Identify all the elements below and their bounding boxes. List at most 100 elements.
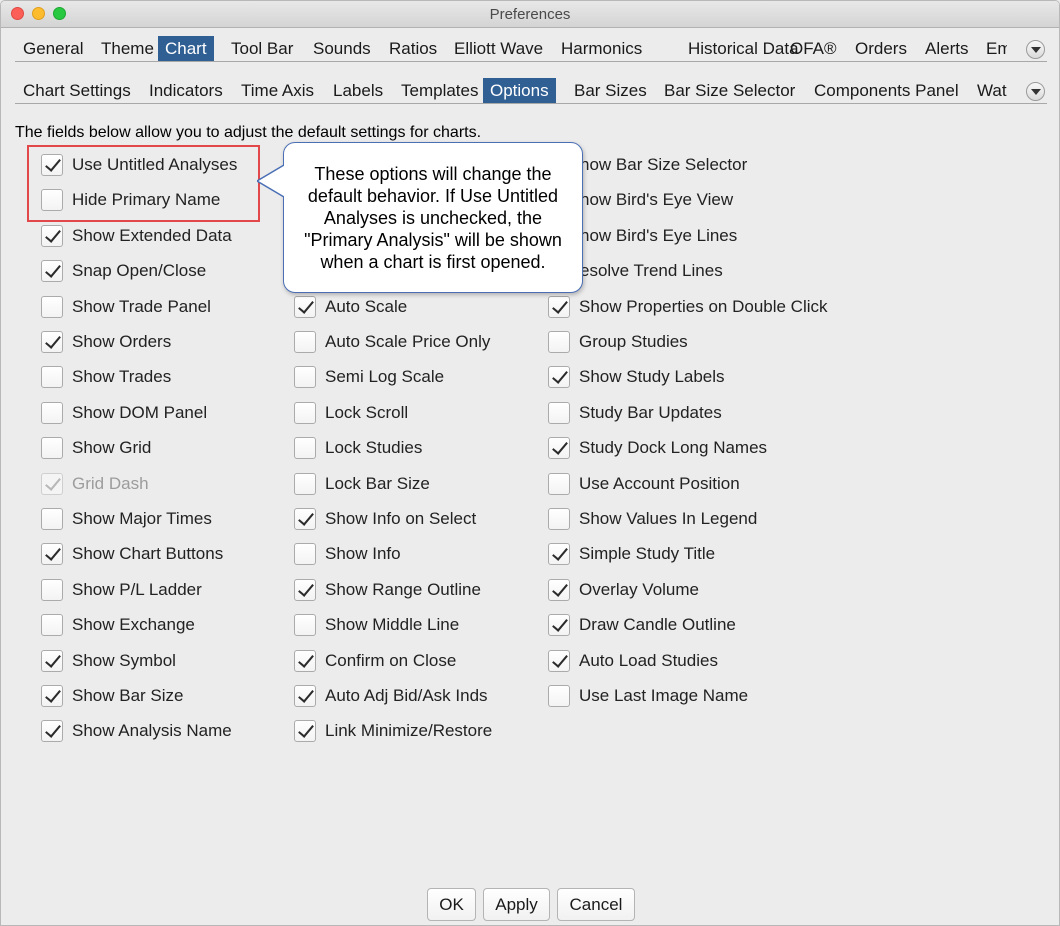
option-show-major-times[interactable]: Show Major Times [41, 506, 212, 532]
tab-ratios[interactable]: Ratios [389, 36, 437, 61]
checkbox[interactable] [41, 508, 63, 530]
subtab-templates[interactable]: Templates [401, 78, 478, 103]
checkbox[interactable] [294, 331, 316, 353]
checkbox[interactable] [41, 720, 63, 742]
checkbox[interactable] [294, 508, 316, 530]
tab-tool-bar[interactable]: Tool Bar [231, 36, 293, 61]
tab-ofa[interactable]: OFA® [790, 36, 837, 61]
option-show-p-l-ladder[interactable]: Show P/L Ladder [41, 577, 202, 603]
option-show-orders[interactable]: Show Orders [41, 329, 171, 355]
option-lock-scroll[interactable]: Lock Scroll [294, 400, 408, 426]
checkbox[interactable] [548, 402, 570, 424]
option-study-bar-updates[interactable]: Study Bar Updates [548, 400, 722, 426]
option-show-info-on-select[interactable]: Show Info on Select [294, 506, 476, 532]
option-link-minimize-restore[interactable]: Link Minimize/Restore [294, 718, 492, 744]
subtab-overflow-chevron-icon[interactable] [1026, 82, 1045, 101]
option-show-exchange[interactable]: Show Exchange [41, 612, 195, 638]
checkbox[interactable] [41, 225, 63, 247]
option-auto-load-studies[interactable]: Auto Load Studies [548, 648, 718, 674]
checkbox[interactable] [548, 543, 570, 565]
checkbox[interactable] [548, 685, 570, 707]
option-auto-adj-bid-ask-inds[interactable]: Auto Adj Bid/Ask Inds [294, 683, 488, 709]
subtab-labels[interactable]: Labels [333, 78, 383, 103]
option-study-dock-long-names[interactable]: Study Dock Long Names [548, 435, 767, 461]
checkbox[interactable] [548, 331, 570, 353]
option-draw-candle-outline[interactable]: Draw Candle Outline [548, 612, 736, 638]
option-label-partial[interactable]: how Bar Size Selector [580, 155, 747, 175]
checkbox[interactable] [548, 650, 570, 672]
tab-theme[interactable]: Theme [101, 36, 154, 61]
checkbox[interactable] [41, 543, 63, 565]
checkbox[interactable] [294, 685, 316, 707]
option-show-bar-size[interactable]: Show Bar Size [41, 683, 184, 709]
title-bar[interactable]: Preferences [1, 1, 1059, 28]
option-show-dom-panel[interactable]: Show DOM Panel [41, 400, 207, 426]
option-show-study-labels[interactable]: Show Study Labels [548, 364, 725, 390]
option-show-range-outline[interactable]: Show Range Outline [294, 577, 481, 603]
option-overlay-volume[interactable]: Overlay Volume [548, 577, 699, 603]
option-snap-open-close[interactable]: Snap Open/Close [41, 258, 206, 284]
checkbox[interactable] [41, 366, 63, 388]
checkbox[interactable] [548, 366, 570, 388]
option-confirm-on-close[interactable]: Confirm on Close [294, 648, 456, 674]
checkbox[interactable] [294, 720, 316, 742]
checkbox[interactable] [294, 650, 316, 672]
option-label-partial[interactable]: esolve Trend Lines [580, 261, 723, 281]
option-label-partial[interactable]: how Bird's Eye Lines [580, 226, 737, 246]
option-show-values-in-legend[interactable]: Show Values In Legend [548, 506, 757, 532]
checkbox[interactable] [41, 296, 63, 318]
option-show-properties-on-double-click[interactable]: Show Properties on Double Click [548, 294, 828, 320]
subtab-options[interactable]: Options [483, 78, 556, 103]
option-simple-study-title[interactable]: Simple Study Title [548, 541, 715, 567]
checkbox[interactable] [294, 614, 316, 636]
option-show-analysis-name[interactable]: Show Analysis Name [41, 718, 232, 744]
checkbox[interactable] [548, 508, 570, 530]
cancel-button[interactable]: Cancel [557, 888, 635, 921]
option-semi-log-scale[interactable]: Semi Log Scale [294, 364, 444, 390]
checkbox[interactable] [294, 296, 316, 318]
tab-harmonics[interactable]: Harmonics [561, 36, 642, 61]
checkbox[interactable] [41, 402, 63, 424]
option-use-last-image-name[interactable]: Use Last Image Name [548, 683, 748, 709]
checkbox[interactable] [548, 296, 570, 318]
option-auto-scale-price-only[interactable]: Auto Scale Price Only [294, 329, 490, 355]
checkbox[interactable] [41, 579, 63, 601]
option-lock-studies[interactable]: Lock Studies [294, 435, 422, 461]
subtab-indicators[interactable]: Indicators [149, 78, 223, 103]
ok-button[interactable]: OK [427, 888, 476, 921]
tab-general[interactable]: General [23, 36, 83, 61]
tab-historical-data[interactable]: Historical Data [688, 36, 799, 61]
tab-orders[interactable]: Orders [855, 36, 907, 61]
option-label-partial[interactable]: how Bird's Eye View [580, 190, 733, 210]
option-show-middle-line[interactable]: Show Middle Line [294, 612, 459, 638]
option-show-chart-buttons[interactable]: Show Chart Buttons [41, 541, 223, 567]
option-use-account-position[interactable]: Use Account Position [548, 471, 740, 497]
option-show-trades[interactable]: Show Trades [41, 364, 171, 390]
tab-overflow-chevron-icon[interactable] [1026, 40, 1045, 59]
checkbox[interactable] [41, 437, 63, 459]
subtab-bar-size-selector[interactable]: Bar Size Selector [664, 78, 795, 103]
checkbox[interactable] [41, 614, 63, 636]
checkbox[interactable] [41, 685, 63, 707]
checkbox[interactable] [548, 437, 570, 459]
subtab-bar-sizes[interactable]: Bar Sizes [574, 78, 647, 103]
checkbox[interactable] [548, 614, 570, 636]
option-show-grid[interactable]: Show Grid [41, 435, 151, 461]
option-auto-scale[interactable]: Auto Scale [294, 294, 407, 320]
tab-elliott-wave[interactable]: Elliott Wave [454, 36, 543, 61]
subtab-time-axis[interactable]: Time Axis [241, 78, 314, 103]
checkbox[interactable] [41, 260, 63, 282]
subtab-components-panel[interactable]: Components Panel [814, 78, 959, 103]
tab-alerts[interactable]: Alerts [925, 36, 968, 61]
tab-chart[interactable]: Chart [158, 36, 214, 61]
option-show-info[interactable]: Show Info [294, 541, 401, 567]
option-group-studies[interactable]: Group Studies [548, 329, 688, 355]
checkbox[interactable] [294, 579, 316, 601]
checkbox[interactable] [294, 543, 316, 565]
option-show-trade-panel[interactable]: Show Trade Panel [41, 294, 211, 320]
option-lock-bar-size[interactable]: Lock Bar Size [294, 471, 430, 497]
apply-button[interactable]: Apply [483, 888, 550, 921]
checkbox[interactable] [294, 437, 316, 459]
option-show-extended-data[interactable]: Show Extended Data [41, 223, 232, 249]
checkbox[interactable] [294, 366, 316, 388]
